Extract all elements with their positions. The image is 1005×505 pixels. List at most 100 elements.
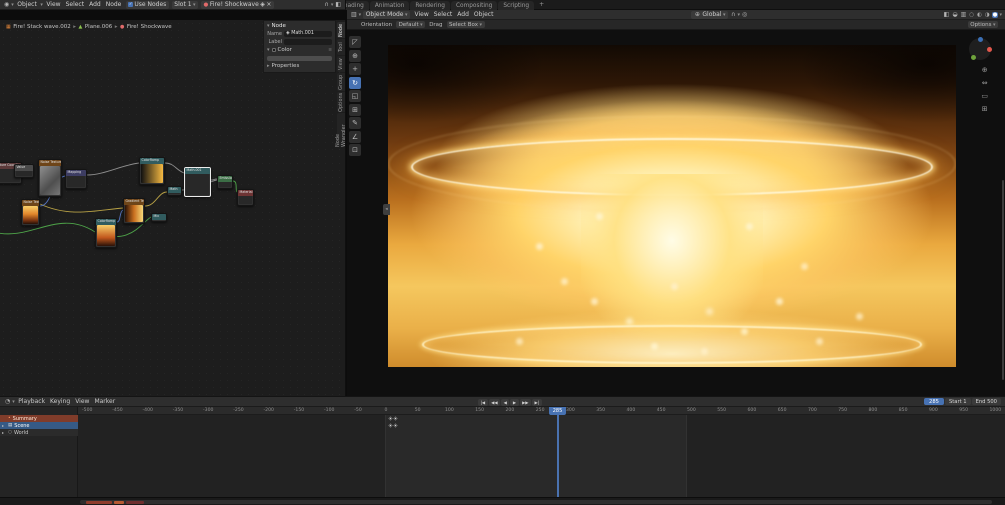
timeline-menu-item[interactable]: View	[73, 398, 92, 405]
transport-button[interactable]: ◀	[501, 399, 509, 406]
sidebar-tab[interactable]: Tool	[337, 39, 345, 55]
label-input[interactable]	[284, 39, 332, 45]
toolbar-tool-button[interactable]: ⊞	[349, 104, 361, 116]
mode-dropdown[interactable]: Object Mode ▾	[363, 11, 410, 19]
nav-icon[interactable]: ⇔	[981, 79, 988, 87]
orientation-dropdown[interactable]: Default ▾	[396, 21, 425, 28]
show-gizmo-icon[interactable]: ◧	[943, 11, 951, 18]
frame-ruler[interactable]: -500-450-400-350-300-250-200-150-100-500…	[78, 407, 1005, 415]
transport-button[interactable]: ◀◀	[489, 399, 500, 406]
shader-editor-canvas[interactable]: ▦ Fire! Stack wave.002 ▸ ▲ Plane.006 ▸ ●…	[0, 20, 346, 396]
viewport-menu-item[interactable]: View	[412, 11, 431, 18]
slot-dropdown[interactable]: Slot 1 ▾	[172, 1, 198, 9]
viewport-scrollbar[interactable]	[1002, 180, 1004, 380]
current-frame-field[interactable]: 285	[924, 398, 944, 405]
toolbar-tool-button[interactable]: +	[349, 63, 361, 75]
transport-button[interactable]: ▶▶	[520, 399, 531, 406]
workspace-tab[interactable]: Compositing	[451, 1, 497, 10]
toolbar-tool-button[interactable]: ✎	[349, 117, 361, 129]
nav-icon[interactable]: ⊞	[981, 105, 988, 113]
node-editor-menu-item[interactable]: Select	[63, 1, 87, 8]
fake-user-shield-icon[interactable]: ◈	[260, 1, 265, 8]
proportional-editing-icon[interactable]: ◎	[741, 11, 748, 18]
sidebar-tab[interactable]: Node	[337, 22, 345, 38]
drag-tool-dropdown[interactable]: Select Box ▾	[447, 21, 485, 28]
xray-toggle-icon[interactable]: ▥	[960, 11, 968, 18]
shading-mode-button[interactable]: ●	[992, 12, 999, 18]
shader-node[interactable]: Mapping	[65, 169, 87, 189]
unlink-material-icon[interactable]: ×	[266, 1, 271, 8]
node-header[interactable]: Gradient Texture	[124, 199, 144, 205]
viewport-menu-item[interactable]: Select	[431, 11, 455, 18]
sidebar-tab[interactable]: View	[337, 56, 345, 72]
shader-node[interactable]: Emission	[217, 175, 233, 189]
node-header[interactable]: Mix	[152, 214, 166, 220]
viewport-menu-item[interactable]: Object	[471, 11, 496, 18]
expand-arrow-icon[interactable]: ▸	[2, 423, 6, 428]
frame-end-field[interactable]: End 500	[972, 398, 1001, 405]
editor-type-icon[interactable]: ◉	[3, 1, 10, 8]
shading-mode-button[interactable]: ○	[968, 12, 975, 18]
shader-mode-dropdown[interactable]: Object	[15, 1, 40, 8]
timeline-menu-item[interactable]: Marker	[92, 398, 118, 405]
sidebar-tab[interactable]: Node Wrangler	[337, 113, 345, 147]
editor-type-icon[interactable]: ▥	[350, 11, 358, 18]
node-header[interactable]: Value	[15, 165, 33, 171]
node-header[interactable]: ColorRamp	[140, 158, 164, 164]
shader-node[interactable]: ColorRamp	[139, 157, 165, 185]
color-checkbox[interactable]	[272, 48, 276, 52]
breadcrumb-object[interactable]: Fire! Stack wave.002	[13, 24, 71, 30]
node-panel-header[interactable]: ▾ Node	[264, 21, 335, 30]
add-workspace-button[interactable]: +	[535, 1, 548, 8]
channel-row[interactable]: ▸ ○ World	[0, 429, 78, 436]
properties-section-header[interactable]: ▸ Properties	[264, 62, 335, 70]
tool-options-dropdown[interactable]: Options ▾	[968, 21, 998, 28]
color-section-header[interactable]: ▾ Color ≡	[264, 46, 335, 54]
viewport-menu-item[interactable]: Add	[455, 11, 472, 18]
node-header[interactable]: ColorRamp	[96, 219, 116, 225]
name-input[interactable]: ◈ Math.001	[284, 31, 332, 37]
panel-grip-icon[interactable]: ≡	[328, 48, 332, 53]
toolbar-tool-button[interactable]: ⊡	[349, 144, 361, 156]
node-header[interactable]: Material Output	[238, 190, 253, 196]
node-header[interactable]: Noise Texture	[39, 160, 61, 166]
toolbar-tool-button[interactable]: ◸	[349, 36, 361, 48]
transport-button[interactable]: |◀	[478, 399, 488, 406]
snap-magnet-icon[interactable]: ∩	[323, 1, 329, 8]
workspace-tab[interactable]: Scripting	[498, 1, 534, 10]
playhead[interactable]	[557, 407, 559, 497]
transport-button[interactable]: ▶|	[532, 399, 542, 406]
transport-button[interactable]: ▶	[510, 399, 518, 406]
shading-mode-button[interactable]: ◐	[976, 12, 983, 18]
region-collapse-tab[interactable]: ◂	[383, 204, 390, 215]
nav-icon[interactable]: ⊕	[981, 66, 988, 74]
node-editor-menu-item[interactable]: View	[44, 1, 63, 8]
node-header[interactable]: Math.001	[185, 168, 210, 174]
sidebar-tab[interactable]: Group	[337, 73, 345, 91]
node-header[interactable]: Math	[168, 187, 181, 193]
shader-node[interactable]: Value	[14, 164, 34, 178]
workspace-tab[interactable]: Rendering	[410, 1, 450, 10]
color-swatch[interactable]	[267, 56, 332, 61]
timeline-horizontal-scrollbar[interactable]	[80, 500, 992, 504]
node-header[interactable]: Noise Texture	[22, 200, 39, 206]
axis-z-dot[interactable]	[978, 37, 983, 42]
node-header[interactable]: Mapping	[66, 170, 86, 176]
navigation-gizmo[interactable]	[969, 38, 991, 60]
timeline-body[interactable]: -500-450-400-350-300-250-200-150-100-500…	[0, 407, 1005, 497]
shader-node[interactable]: Noise Texture	[21, 199, 40, 226]
toolbar-tool-button[interactable]: ◱	[349, 90, 361, 102]
material-selector[interactable]: ● Fire! Shockwave ◈ ×	[201, 1, 274, 9]
nav-icon[interactable]: ▭	[981, 92, 988, 100]
breadcrumb-material[interactable]: Fire! Shockwave	[127, 24, 172, 30]
workspace-tab[interactable]: Animation	[370, 1, 410, 10]
sidebar-tab[interactable]: Options	[337, 92, 345, 112]
shader-node[interactable]: Math	[167, 186, 182, 196]
show-overlays-icon[interactable]: ◒	[951, 11, 958, 18]
shading-mode-button[interactable]: ◑	[984, 12, 991, 18]
snap-magnet-icon[interactable]: ∩	[730, 11, 736, 18]
shader-node[interactable]: Material Output	[237, 189, 254, 206]
expand-arrow-icon[interactable]: ▸	[2, 430, 6, 435]
toolbar-tool-button[interactable]: ∠	[349, 131, 361, 143]
playhead-frame-badge[interactable]: 285	[549, 407, 566, 415]
